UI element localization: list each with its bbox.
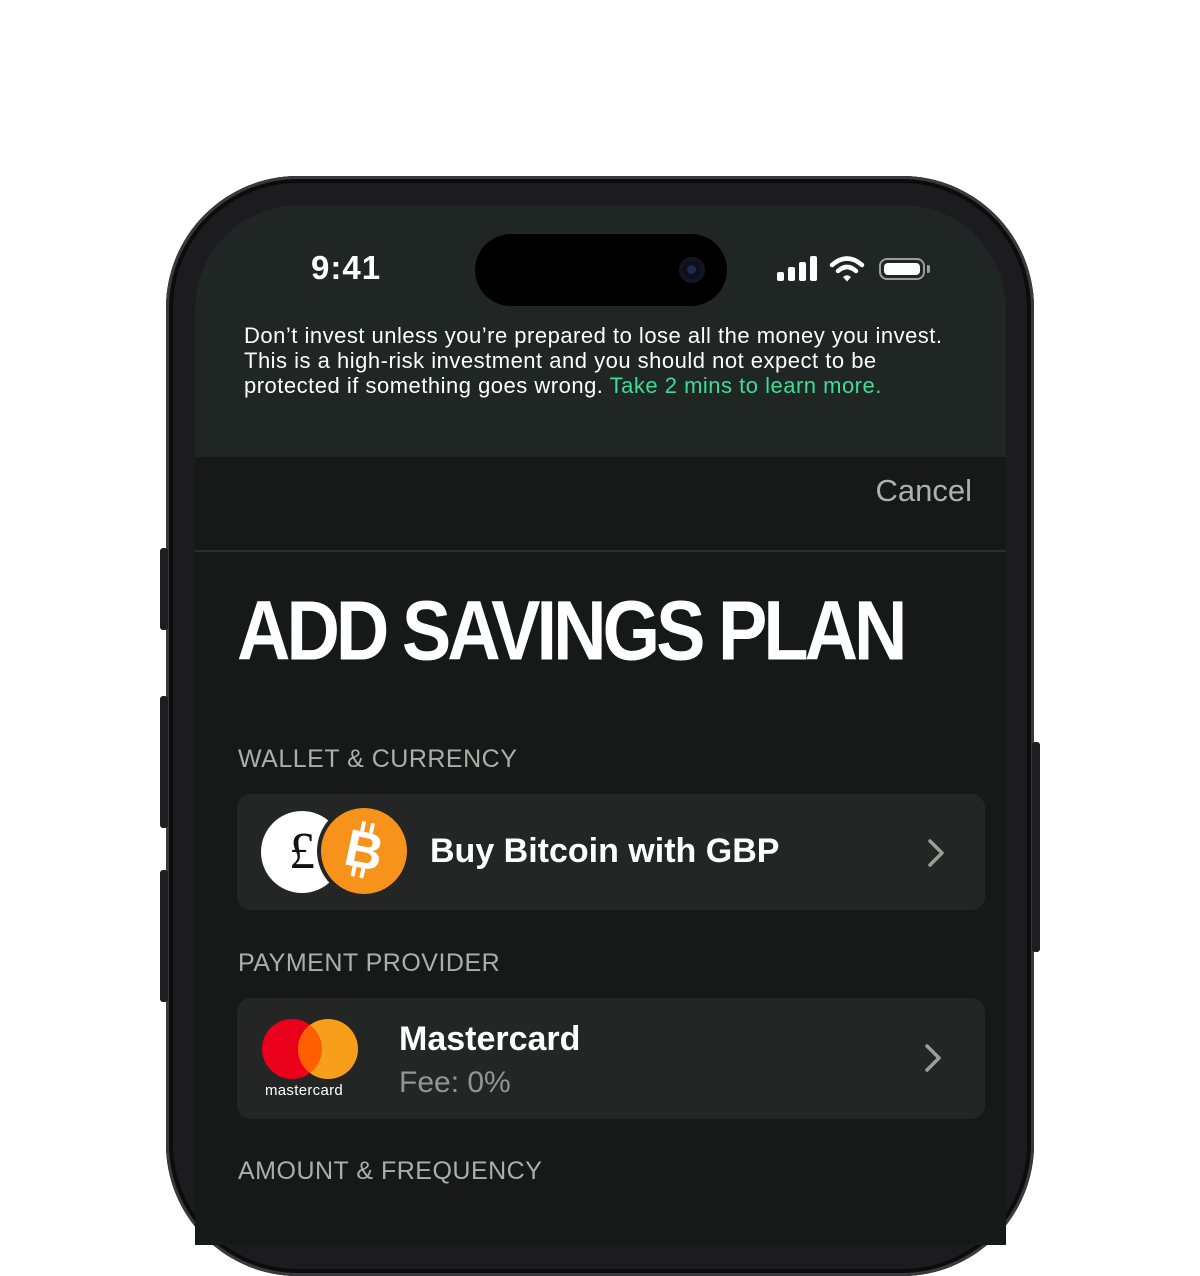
learn-more-link[interactable]: Take 2 mins to learn more. bbox=[610, 373, 882, 398]
wallet-currency-card[interactable]: £ B Buy Bitcoin with GBP bbox=[237, 794, 985, 910]
status-time: 9:41 bbox=[311, 249, 382, 286]
mastercard-logo-icon bbox=[262, 1019, 358, 1079]
chevron-right-icon bbox=[928, 839, 944, 867]
payment-provider-fee: Fee: 0% bbox=[399, 1066, 511, 1099]
dynamic-island bbox=[475, 234, 727, 306]
side-button-volume-up bbox=[160, 696, 168, 828]
front-camera-icon bbox=[679, 257, 705, 283]
status-and-warning-area: 9:41 Don’t invest unless you’re prepared… bbox=[195, 205, 1006, 457]
section-label-wallet: WALLET & CURRENCY bbox=[238, 745, 518, 773]
bitcoin-coin-icon: B bbox=[321, 808, 407, 894]
wifi-icon bbox=[829, 256, 865, 282]
side-button-volume-down bbox=[160, 870, 168, 1002]
page-title: ADD SAVINGS PLAN bbox=[237, 583, 907, 678]
section-label-amount: AMOUNT & FREQUENCY bbox=[238, 1157, 543, 1185]
payment-provider-card[interactable]: mastercard Mastercard Fee: 0% bbox=[237, 998, 985, 1119]
wallet-currency-title: Buy Bitcoin with GBP bbox=[430, 832, 780, 870]
mastercard-logo-text: mastercard bbox=[265, 1082, 344, 1099]
payment-provider-title: Mastercard bbox=[399, 1020, 581, 1058]
side-button-action bbox=[160, 548, 168, 630]
app-screen: 9:41 Don’t invest unless you’re prepared… bbox=[195, 205, 1006, 1245]
battery-icon bbox=[879, 258, 925, 280]
chevron-right-icon bbox=[925, 1044, 941, 1072]
nav-divider bbox=[195, 550, 1006, 552]
cancel-button[interactable]: Cancel bbox=[876, 473, 973, 509]
section-label-payment: PAYMENT PROVIDER bbox=[238, 949, 501, 977]
signal-icon bbox=[777, 255, 819, 283]
side-button-power bbox=[1032, 742, 1040, 952]
battery-tip bbox=[927, 265, 930, 273]
risk-warning: Don’t invest unless you’re prepared to l… bbox=[244, 323, 954, 398]
